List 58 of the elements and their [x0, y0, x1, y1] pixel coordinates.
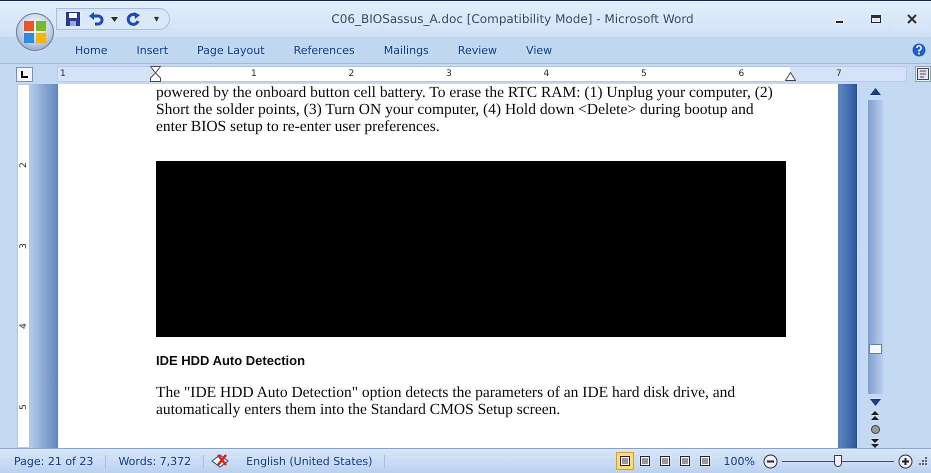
- page-view-icon: [638, 455, 651, 467]
- zoom-in-icon[interactable]: [898, 454, 913, 468]
- zoom-out-icon[interactable]: [763, 454, 778, 468]
- ruler-number: 5: [641, 68, 647, 81]
- page-view-icon: [698, 455, 711, 467]
- ruler-number: 2: [18, 162, 28, 168]
- browse-object-icon[interactable]: [870, 425, 880, 434]
- resize-grip-icon[interactable]: [919, 457, 927, 465]
- page-count[interactable]: Page: 21 of 23: [0, 454, 106, 468]
- ribbon-tab[interactable]: References: [284, 40, 364, 60]
- ribbon-tab[interactable]: Home: [66, 40, 116, 60]
- ruler-number: 4: [18, 323, 28, 330]
- customize-toolbar-button[interactable]: ▾: [154, 14, 160, 24]
- ruler-number: 2: [348, 68, 354, 81]
- window-title: C06_BIOSassus_A.doc [Compatibility Mode] - Microsoft Word: [330, 12, 695, 26]
- undo-icon[interactable]: [88, 11, 104, 27]
- indent-marker[interactable]: [150, 66, 161, 82]
- body-paragraph: powered by the onboard button cell battery. To erase the RTC RAM: (1) Unplug your computer, (2) Short the solder points, (3) Turn ON your computer, (4) Hold down <Delete> during bootup and enter BIOS setup to re-enter user preferences.: [156, 84, 774, 135]
- ruler-number: 7: [836, 68, 842, 81]
- close-icon[interactable]: [907, 14, 917, 24]
- left-tab-icon: [20, 70, 29, 78]
- ruler-number: 5: [18, 404, 28, 410]
- body-paragraph: The "IDE HDD Auto Detection" option detects the parameters of an IDE hard disk drive, and automatically enters them into the Standard CMOS Setup screen.: [156, 384, 736, 418]
- page-view-icon: [658, 455, 671, 467]
- scroll-up-icon[interactable]: [870, 88, 880, 95]
- page-view-icon: [678, 455, 691, 467]
- ruler-number: 3: [18, 242, 28, 249]
- office-logo-icon: [21, 18, 49, 46]
- dropdown-arrow-icon[interactable]: [111, 16, 118, 22]
- zoom-slider[interactable]: [782, 453, 894, 469]
- ribbon-tab[interactable]: Mailings: [374, 40, 438, 60]
- view-mode-button[interactable]: [616, 452, 634, 470]
- view-ruler-button[interactable]: [915, 66, 931, 82]
- ribbon-tab[interactable]: Insert: [127, 40, 178, 60]
- ruler-number: 1: [60, 68, 66, 81]
- tab-selector-button[interactable]: [16, 66, 33, 82]
- scroll-thumb[interactable]: [868, 344, 882, 354]
- ruler-number: 4: [544, 68, 550, 81]
- ruler-number: 3: [446, 68, 452, 81]
- zoom-level[interactable]: 100%: [724, 454, 755, 468]
- next-page-icon[interactable]: [871, 439, 879, 448]
- ruler-number: 1: [251, 68, 257, 81]
- ribbon-tab[interactable]: Review: [448, 40, 506, 60]
- help-icon[interactable]: [912, 43, 926, 57]
- right-indent-marker[interactable]: [785, 72, 796, 81]
- maximize-icon[interactable]: [871, 14, 881, 24]
- previous-page-icon[interactable]: [871, 411, 879, 420]
- scroll-down-icon[interactable]: [870, 399, 880, 406]
- ribbon-tab[interactable]: Page Layout: [188, 40, 274, 60]
- ribbon-tab[interactable]: View: [517, 40, 562, 60]
- proofing-error-icon[interactable]: [210, 453, 230, 469]
- word-count[interactable]: Words: 7,372: [106, 454, 204, 468]
- section-heading: IDE HDD Auto Detection: [156, 353, 306, 368]
- page-view-icon: [618, 455, 631, 467]
- redo-icon[interactable]: [125, 11, 141, 27]
- language-status[interactable]: English (United States): [234, 454, 386, 468]
- save-icon[interactable]: [65, 11, 81, 27]
- ruler-number: 6: [738, 68, 744, 81]
